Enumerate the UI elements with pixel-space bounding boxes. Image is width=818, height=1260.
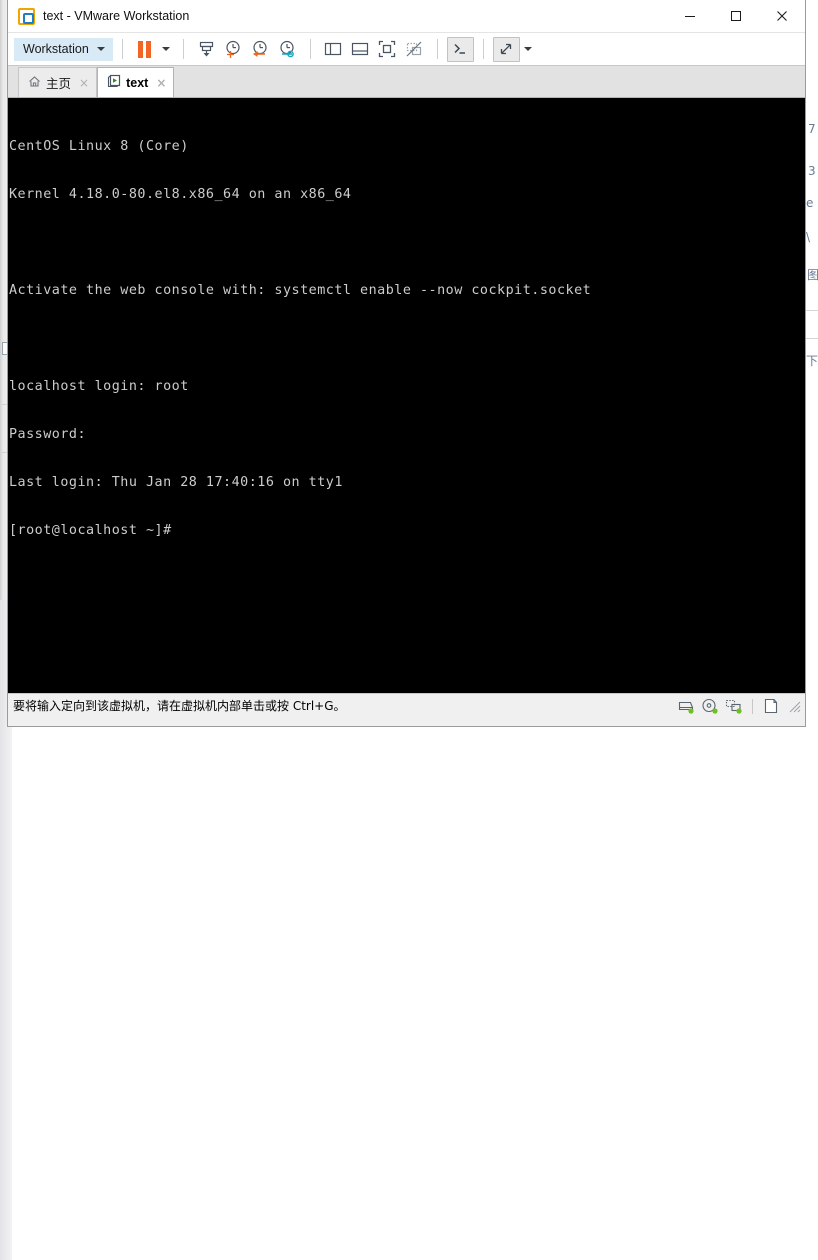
unity-button[interactable]: [401, 37, 428, 62]
tab-home-close-icon[interactable]: ×: [79, 76, 89, 90]
stretch-button[interactable]: [492, 36, 520, 62]
status-bar: 要将输入定向到该虚拟机，请在虚拟机内部单击或按 Ctrl+G。: [8, 693, 805, 717]
toolbar: Workstation: [8, 33, 805, 66]
hard-disk-icon[interactable]: [676, 696, 696, 716]
terminal-line: localhost login: root: [9, 379, 189, 394]
virtual-machine-icon: [107, 74, 121, 91]
minimize-icon[interactable]: [667, 0, 713, 32]
background-right-fragment: e: [806, 196, 814, 210]
network-adapter-icon[interactable]: [724, 696, 744, 716]
tab-home[interactable]: 主页 ×: [18, 67, 98, 97]
background-right-fragment: 图: [807, 268, 818, 282]
toolbar-separator: [436, 39, 438, 59]
terminal-line: Last login: Thu Jan 28 17:40:16 on tty1: [9, 475, 343, 490]
tab-text-label: text: [126, 75, 149, 90]
note-icon[interactable]: [761, 696, 781, 716]
show-thumbnail-button[interactable]: [347, 37, 374, 62]
toolbar-separator: [182, 39, 184, 59]
chevron-down-icon: [161, 47, 170, 51]
terminal-line: CentOS Linux 8 (Core): [9, 139, 189, 154]
background-right-divider: [806, 310, 818, 311]
status-separator: [752, 698, 753, 714]
status-message: 要将输入定向到该虚拟机，请在虚拟机内部单击或按 Ctrl+G。: [13, 699, 346, 713]
chevron-down-icon: [96, 47, 105, 51]
workstation-menu-button[interactable]: Workstation: [14, 37, 113, 61]
chevron-down-icon: [523, 47, 532, 51]
terminal-prompt: [root@localhost ~]#: [9, 523, 172, 538]
close-icon[interactable]: [759, 0, 805, 32]
resize-grip-icon[interactable]: [787, 699, 801, 713]
console-button[interactable]: [446, 36, 474, 62]
terminal-output: CentOS Linux 8 (Core) Kernel 4.18.0-80.e…: [9, 107, 591, 571]
snapshot-manager-button[interactable]: [220, 37, 247, 62]
tab-bar: 主页 × text ×: [8, 66, 805, 98]
vmware-logo-icon: [18, 7, 35, 25]
toolbar-separator: [309, 39, 311, 59]
background-right-fragment: 7: [808, 122, 816, 136]
tab-text[interactable]: text ×: [97, 67, 175, 97]
background-right-fragment: \: [806, 230, 811, 244]
status-device-icons: [676, 694, 801, 718]
snapshot-button[interactable]: [193, 37, 220, 62]
snapshot-settings-button[interactable]: [274, 37, 301, 62]
background-right-fragment: 下: [806, 354, 818, 368]
window-controls: [667, 0, 805, 32]
tab-text-close-icon[interactable]: ×: [156, 76, 166, 90]
terminal-line: Password:: [9, 427, 87, 442]
home-icon: [28, 75, 41, 91]
background-right-fragment: 3: [808, 164, 816, 178]
vm-console-screen[interactable]: CentOS Linux 8 (Core) Kernel 4.18.0-80.e…: [8, 98, 805, 693]
background-right-divider: [806, 338, 818, 339]
maximize-icon[interactable]: [713, 0, 759, 32]
toolbar-separator: [121, 39, 123, 59]
title-bar: text - VMware Workstation: [8, 0, 805, 33]
show-library-button[interactable]: [320, 37, 347, 62]
window-title: text - VMware Workstation: [43, 9, 190, 23]
tab-home-label: 主页: [46, 76, 72, 91]
toolbar-separator: [482, 39, 484, 59]
stretch-dropdown[interactable]: [520, 37, 536, 62]
pause-button[interactable]: [132, 37, 158, 62]
revert-snapshot-button[interactable]: [247, 37, 274, 62]
terminal-line: Activate the web console with: systemctl…: [9, 283, 592, 298]
fullscreen-button[interactable]: [374, 37, 401, 62]
workstation-menu-label: Workstation: [23, 42, 89, 56]
vmware-workstation-window: text - VMware Workstation Workstation 主页…: [7, 0, 806, 727]
pause-dropdown[interactable]: [158, 37, 174, 62]
cd-dvd-icon[interactable]: [700, 696, 720, 716]
terminal-line: Kernel 4.18.0-80.el8.x86_64 on an x86_64: [9, 187, 352, 202]
